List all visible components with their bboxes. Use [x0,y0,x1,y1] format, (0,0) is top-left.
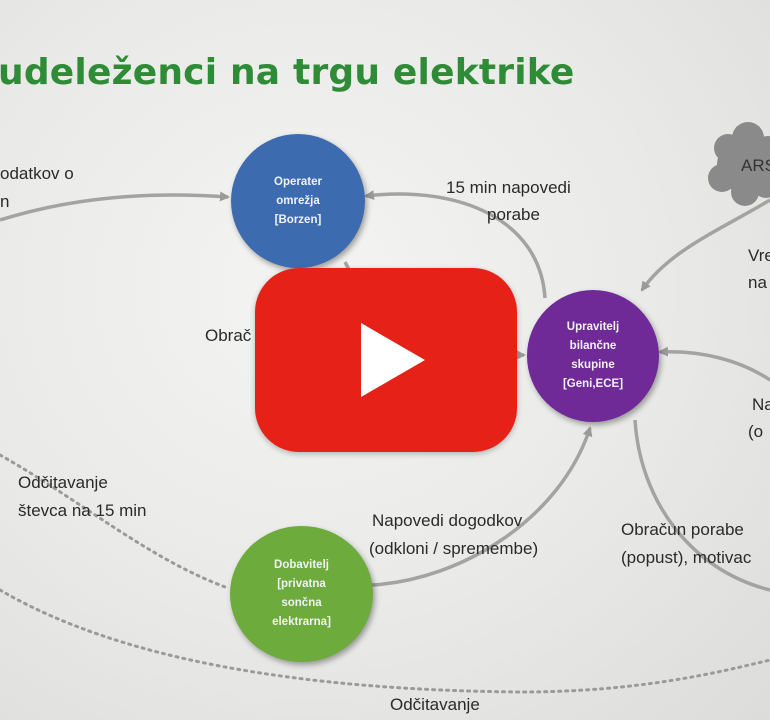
node-dobavitelj-label: Dobavitelj [privatna sončna elektrarna] [272,559,331,628]
label-forecast-1: 15 min napovedi [446,178,571,197]
label-vre-2: na [748,273,767,292]
label-top-left-1: odatkov o [0,164,74,183]
label-forecast-2: porabe [487,205,540,224]
label-na-2: (o [748,422,764,441]
youtube-play-button[interactable] [255,268,517,452]
dotted-odcitavanje-2 [0,588,770,694]
node-dobavitelj: Dobavitelj [privatna sončna elektrarna] [230,526,373,662]
node-upravitelj-label: Upravitelj bilančne skupine [Geni,ECE] [562,321,624,390]
label-odcitavanje-1: Odčitavanje [18,473,108,492]
arrow-data-to-operater [0,191,230,222]
label-obracun-2: (popust), motivac [621,548,752,567]
node-upravitelj: Upravitelj bilančne skupine [Geni,ECE] [527,290,659,422]
label-napovedi-1: Napovedi dogodkov [372,511,523,530]
label-obracun-1: Obračun porabe [621,520,744,539]
slide-title: udeleženci na trgu elektrike [0,52,575,93]
label-napovedi-2: (odkloni / spremembe) [369,539,539,558]
label-top-left-2: n [0,192,10,211]
cloud-label: ARS [741,156,770,175]
arrow-right-to-upravitelj [658,346,770,382]
label-odcitavanje-2: števca na 15 min [18,501,147,520]
node-operater-label: Operater omrežja [Borzen] [274,175,322,226]
play-icon [361,323,425,397]
slide: udeleženci na trgu elektrike Operater om… [0,0,770,720]
label-obracun-left: Obrač [205,326,252,345]
label-odcitavanje-bottom: Odčitavanje [390,695,480,714]
label-vre-1: Vre [748,246,770,265]
node-operater: Operater omrežja [Borzen] [231,134,365,268]
label-na-1: Na [752,395,770,414]
